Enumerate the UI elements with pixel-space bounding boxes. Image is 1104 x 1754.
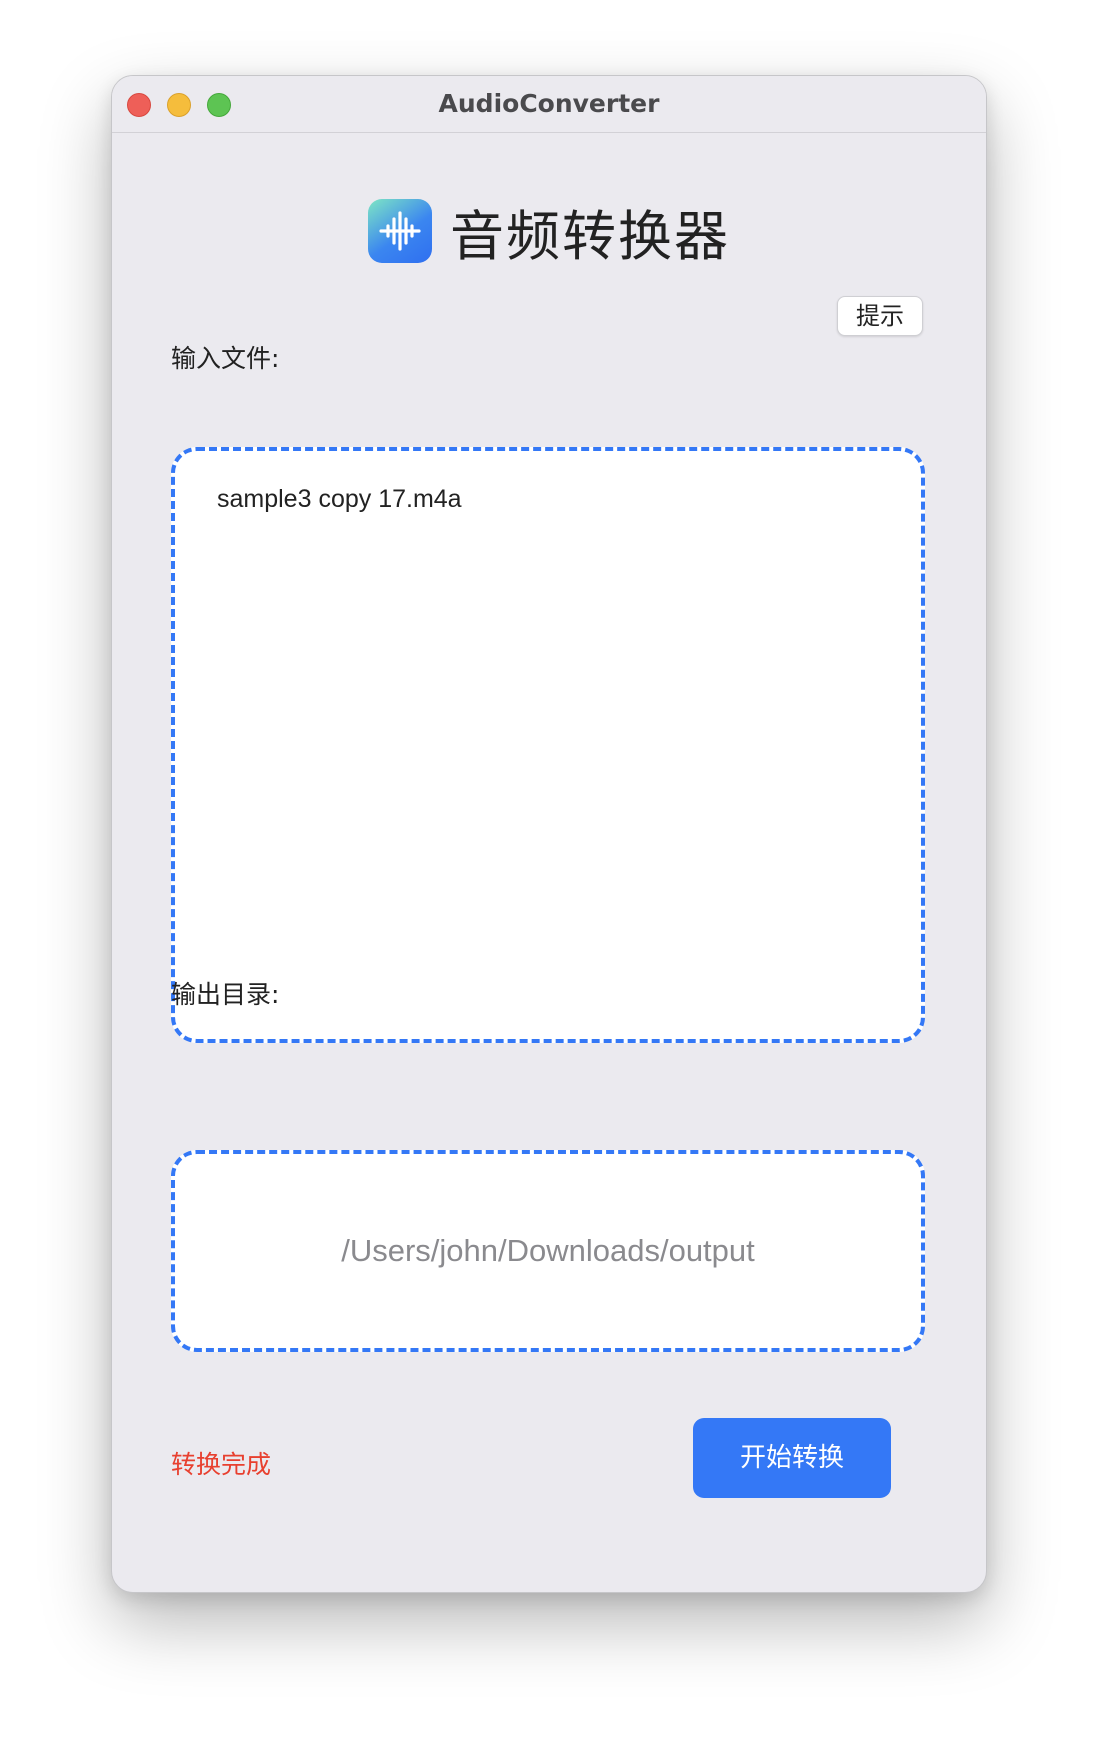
title-bar: AudioConverter [112, 76, 986, 133]
app-window: AudioConverter 音频转换器 提示 输入文件: sample3 co… [111, 75, 987, 1593]
status-text: 转换完成 [171, 1450, 272, 1479]
waveform-app-icon [368, 199, 432, 263]
file-list-item[interactable]: sample3 copy 17.m4a [217, 485, 462, 514]
output-path: /Users/john/Downloads/output [341, 1233, 755, 1268]
input-drop-zone[interactable]: sample3 copy 17.m4a [171, 447, 925, 1043]
window-title: AudioConverter [438, 89, 660, 118]
hint-button[interactable]: 提示 [837, 296, 923, 336]
output-drop-zone[interactable]: /Users/john/Downloads/output [171, 1150, 925, 1352]
app-header: 音频转换器 [112, 191, 986, 271]
start-conversion-button[interactable]: 开始转换 [693, 1418, 891, 1498]
output-directory-label: 输出目录: [171, 980, 280, 1009]
input-files-label: 输入文件: [171, 344, 280, 373]
app-title: 音频转换器 [450, 204, 730, 268]
